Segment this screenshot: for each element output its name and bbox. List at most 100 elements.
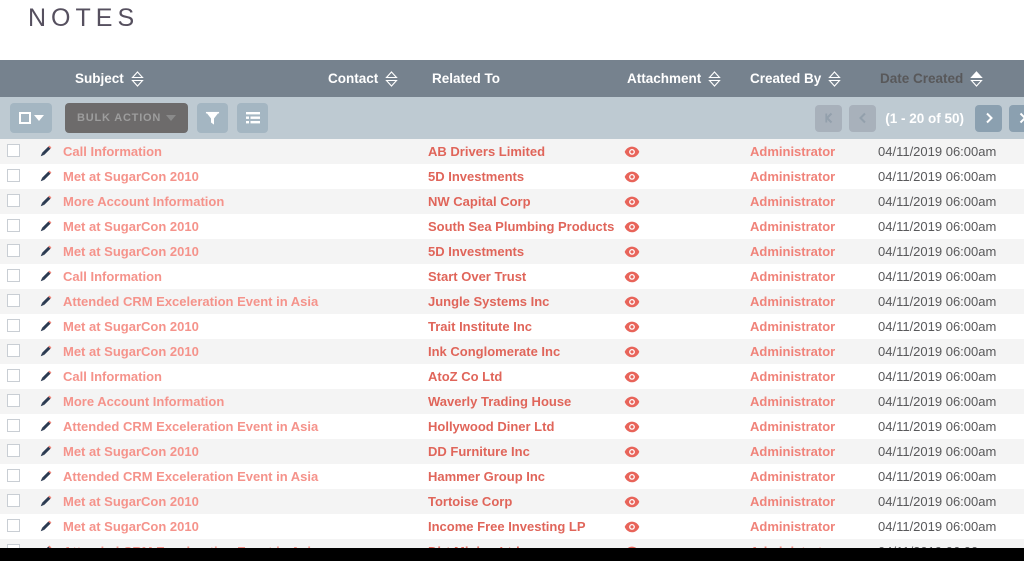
related-to-link[interactable]: Waverly Trading House: [428, 394, 571, 409]
sort-icon-contact[interactable]: [385, 71, 398, 87]
related-to-link[interactable]: Income Free Investing LP: [428, 519, 586, 534]
edit-pencil-icon[interactable]: [38, 444, 53, 459]
attachment-preview-eye-icon[interactable]: [624, 319, 640, 335]
created-by-link[interactable]: Administrator: [750, 169, 835, 184]
related-to-link[interactable]: South Sea Plumbing Products: [428, 219, 614, 234]
attachment-preview-eye-icon[interactable]: [624, 169, 640, 185]
created-by-link[interactable]: Administrator: [750, 219, 835, 234]
attachment-preview-eye-icon[interactable]: [624, 369, 640, 385]
related-to-link[interactable]: DD Furniture Inc: [428, 444, 530, 459]
edit-pencil-icon[interactable]: [38, 269, 53, 284]
related-to-link[interactable]: AtoZ Co Ltd: [428, 369, 502, 384]
column-chooser-button[interactable]: [237, 103, 268, 133]
column-header-contact[interactable]: Contact: [328, 60, 428, 97]
row-checkbox[interactable]: [7, 369, 20, 382]
created-by-link[interactable]: Administrator: [750, 269, 835, 284]
pagination-next-button[interactable]: [975, 105, 1002, 132]
row-checkbox[interactable]: [7, 344, 20, 357]
created-by-link[interactable]: Administrator: [750, 244, 835, 259]
subject-link[interactable]: Met at SugarCon 2010: [63, 344, 199, 359]
attachment-preview-eye-icon[interactable]: [624, 494, 640, 510]
select-all-dropdown-button[interactable]: [10, 103, 52, 133]
attachment-preview-eye-icon[interactable]: [624, 419, 640, 435]
subject-link[interactable]: Attended CRM Exceleration Event in Asia: [63, 469, 318, 484]
attachment-preview-eye-icon[interactable]: [624, 344, 640, 360]
pagination-last-button[interactable]: [1009, 105, 1024, 132]
column-header-date-created[interactable]: Date Created: [870, 60, 1024, 97]
row-checkbox[interactable]: [7, 169, 20, 182]
related-to-link[interactable]: Tortoise Corp: [428, 494, 512, 509]
subject-link[interactable]: Met at SugarCon 2010: [63, 494, 199, 509]
row-checkbox[interactable]: [7, 519, 20, 532]
created-by-link[interactable]: Administrator: [750, 444, 835, 459]
created-by-link[interactable]: Administrator: [750, 194, 835, 209]
row-checkbox[interactable]: [7, 419, 20, 432]
related-to-link[interactable]: AB Drivers Limited: [428, 144, 545, 159]
row-checkbox[interactable]: [7, 269, 20, 282]
edit-pencil-icon[interactable]: [38, 519, 53, 534]
related-to-link[interactable]: Hammer Group Inc: [428, 469, 545, 484]
subject-link[interactable]: Met at SugarCon 2010: [63, 244, 199, 259]
subject-link[interactable]: Call Information: [63, 269, 162, 284]
created-by-link[interactable]: Administrator: [750, 519, 835, 534]
row-checkbox[interactable]: [7, 444, 20, 457]
edit-pencil-icon[interactable]: [38, 294, 53, 309]
created-by-link[interactable]: Administrator: [750, 394, 835, 409]
row-checkbox[interactable]: [7, 294, 20, 307]
subject-link[interactable]: Met at SugarCon 2010: [63, 319, 199, 334]
filter-button[interactable]: [197, 103, 228, 133]
created-by-link[interactable]: Administrator: [750, 319, 835, 334]
attachment-preview-eye-icon[interactable]: [624, 194, 640, 210]
attachment-preview-eye-icon[interactable]: [624, 469, 640, 485]
created-by-link[interactable]: Administrator: [750, 419, 835, 434]
created-by-link[interactable]: Administrator: [750, 144, 835, 159]
sort-icon-attachment[interactable]: [708, 71, 721, 87]
subject-link[interactable]: Attended CRM Exceleration Event in Asia: [63, 294, 318, 309]
edit-pencil-icon[interactable]: [38, 319, 53, 334]
edit-pencil-icon[interactable]: [38, 469, 53, 484]
attachment-preview-eye-icon[interactable]: [624, 269, 640, 285]
created-by-link[interactable]: Administrator: [750, 294, 835, 309]
related-to-link[interactable]: 5D Investments: [428, 169, 524, 184]
row-checkbox[interactable]: [7, 469, 20, 482]
attachment-preview-eye-icon[interactable]: [624, 294, 640, 310]
related-to-link[interactable]: Trait Institute Inc: [428, 319, 532, 334]
row-checkbox[interactable]: [7, 494, 20, 507]
bulk-action-button[interactable]: BULK ACTION: [65, 103, 188, 133]
edit-pencil-icon[interactable]: [38, 244, 53, 259]
subject-link[interactable]: Call Information: [63, 369, 162, 384]
created-by-link[interactable]: Administrator: [750, 494, 835, 509]
sort-icon-date-created-asc[interactable]: [970, 71, 983, 87]
edit-pencil-icon[interactable]: [38, 419, 53, 434]
subject-link[interactable]: Met at SugarCon 2010: [63, 219, 199, 234]
attachment-preview-eye-icon[interactable]: [624, 444, 640, 460]
edit-pencil-icon[interactable]: [38, 394, 53, 409]
row-checkbox[interactable]: [7, 244, 20, 257]
column-header-subject[interactable]: Subject: [62, 60, 328, 97]
edit-pencil-icon[interactable]: [38, 219, 53, 234]
row-checkbox[interactable]: [7, 394, 20, 407]
related-to-link[interactable]: NW Capital Corp: [428, 194, 531, 209]
related-to-link[interactable]: Hollywood Diner Ltd: [428, 419, 554, 434]
attachment-preview-eye-icon[interactable]: [624, 244, 640, 260]
row-checkbox[interactable]: [7, 319, 20, 332]
created-by-link[interactable]: Administrator: [750, 469, 835, 484]
edit-pencil-icon[interactable]: [38, 494, 53, 509]
edit-pencil-icon[interactable]: [38, 369, 53, 384]
related-to-link[interactable]: Start Over Trust: [428, 269, 526, 284]
edit-pencil-icon[interactable]: [38, 144, 53, 159]
subject-link[interactable]: Met at SugarCon 2010: [63, 444, 199, 459]
subject-link[interactable]: Met at SugarCon 2010: [63, 169, 199, 184]
column-header-attachment[interactable]: Attachment: [620, 60, 740, 97]
row-checkbox[interactable]: [7, 144, 20, 157]
attachment-preview-eye-icon[interactable]: [624, 219, 640, 235]
created-by-link[interactable]: Administrator: [750, 369, 835, 384]
sort-icon-created-by[interactable]: [828, 71, 841, 87]
edit-pencil-icon[interactable]: [38, 194, 53, 209]
sort-icon-subject[interactable]: [131, 71, 144, 87]
edit-pencil-icon[interactable]: [38, 344, 53, 359]
created-by-link[interactable]: Administrator: [750, 344, 835, 359]
column-header-created-by[interactable]: Created By: [740, 60, 870, 97]
related-to-link[interactable]: Ink Conglomerate Inc: [428, 344, 560, 359]
subject-link[interactable]: Call Information: [63, 144, 162, 159]
